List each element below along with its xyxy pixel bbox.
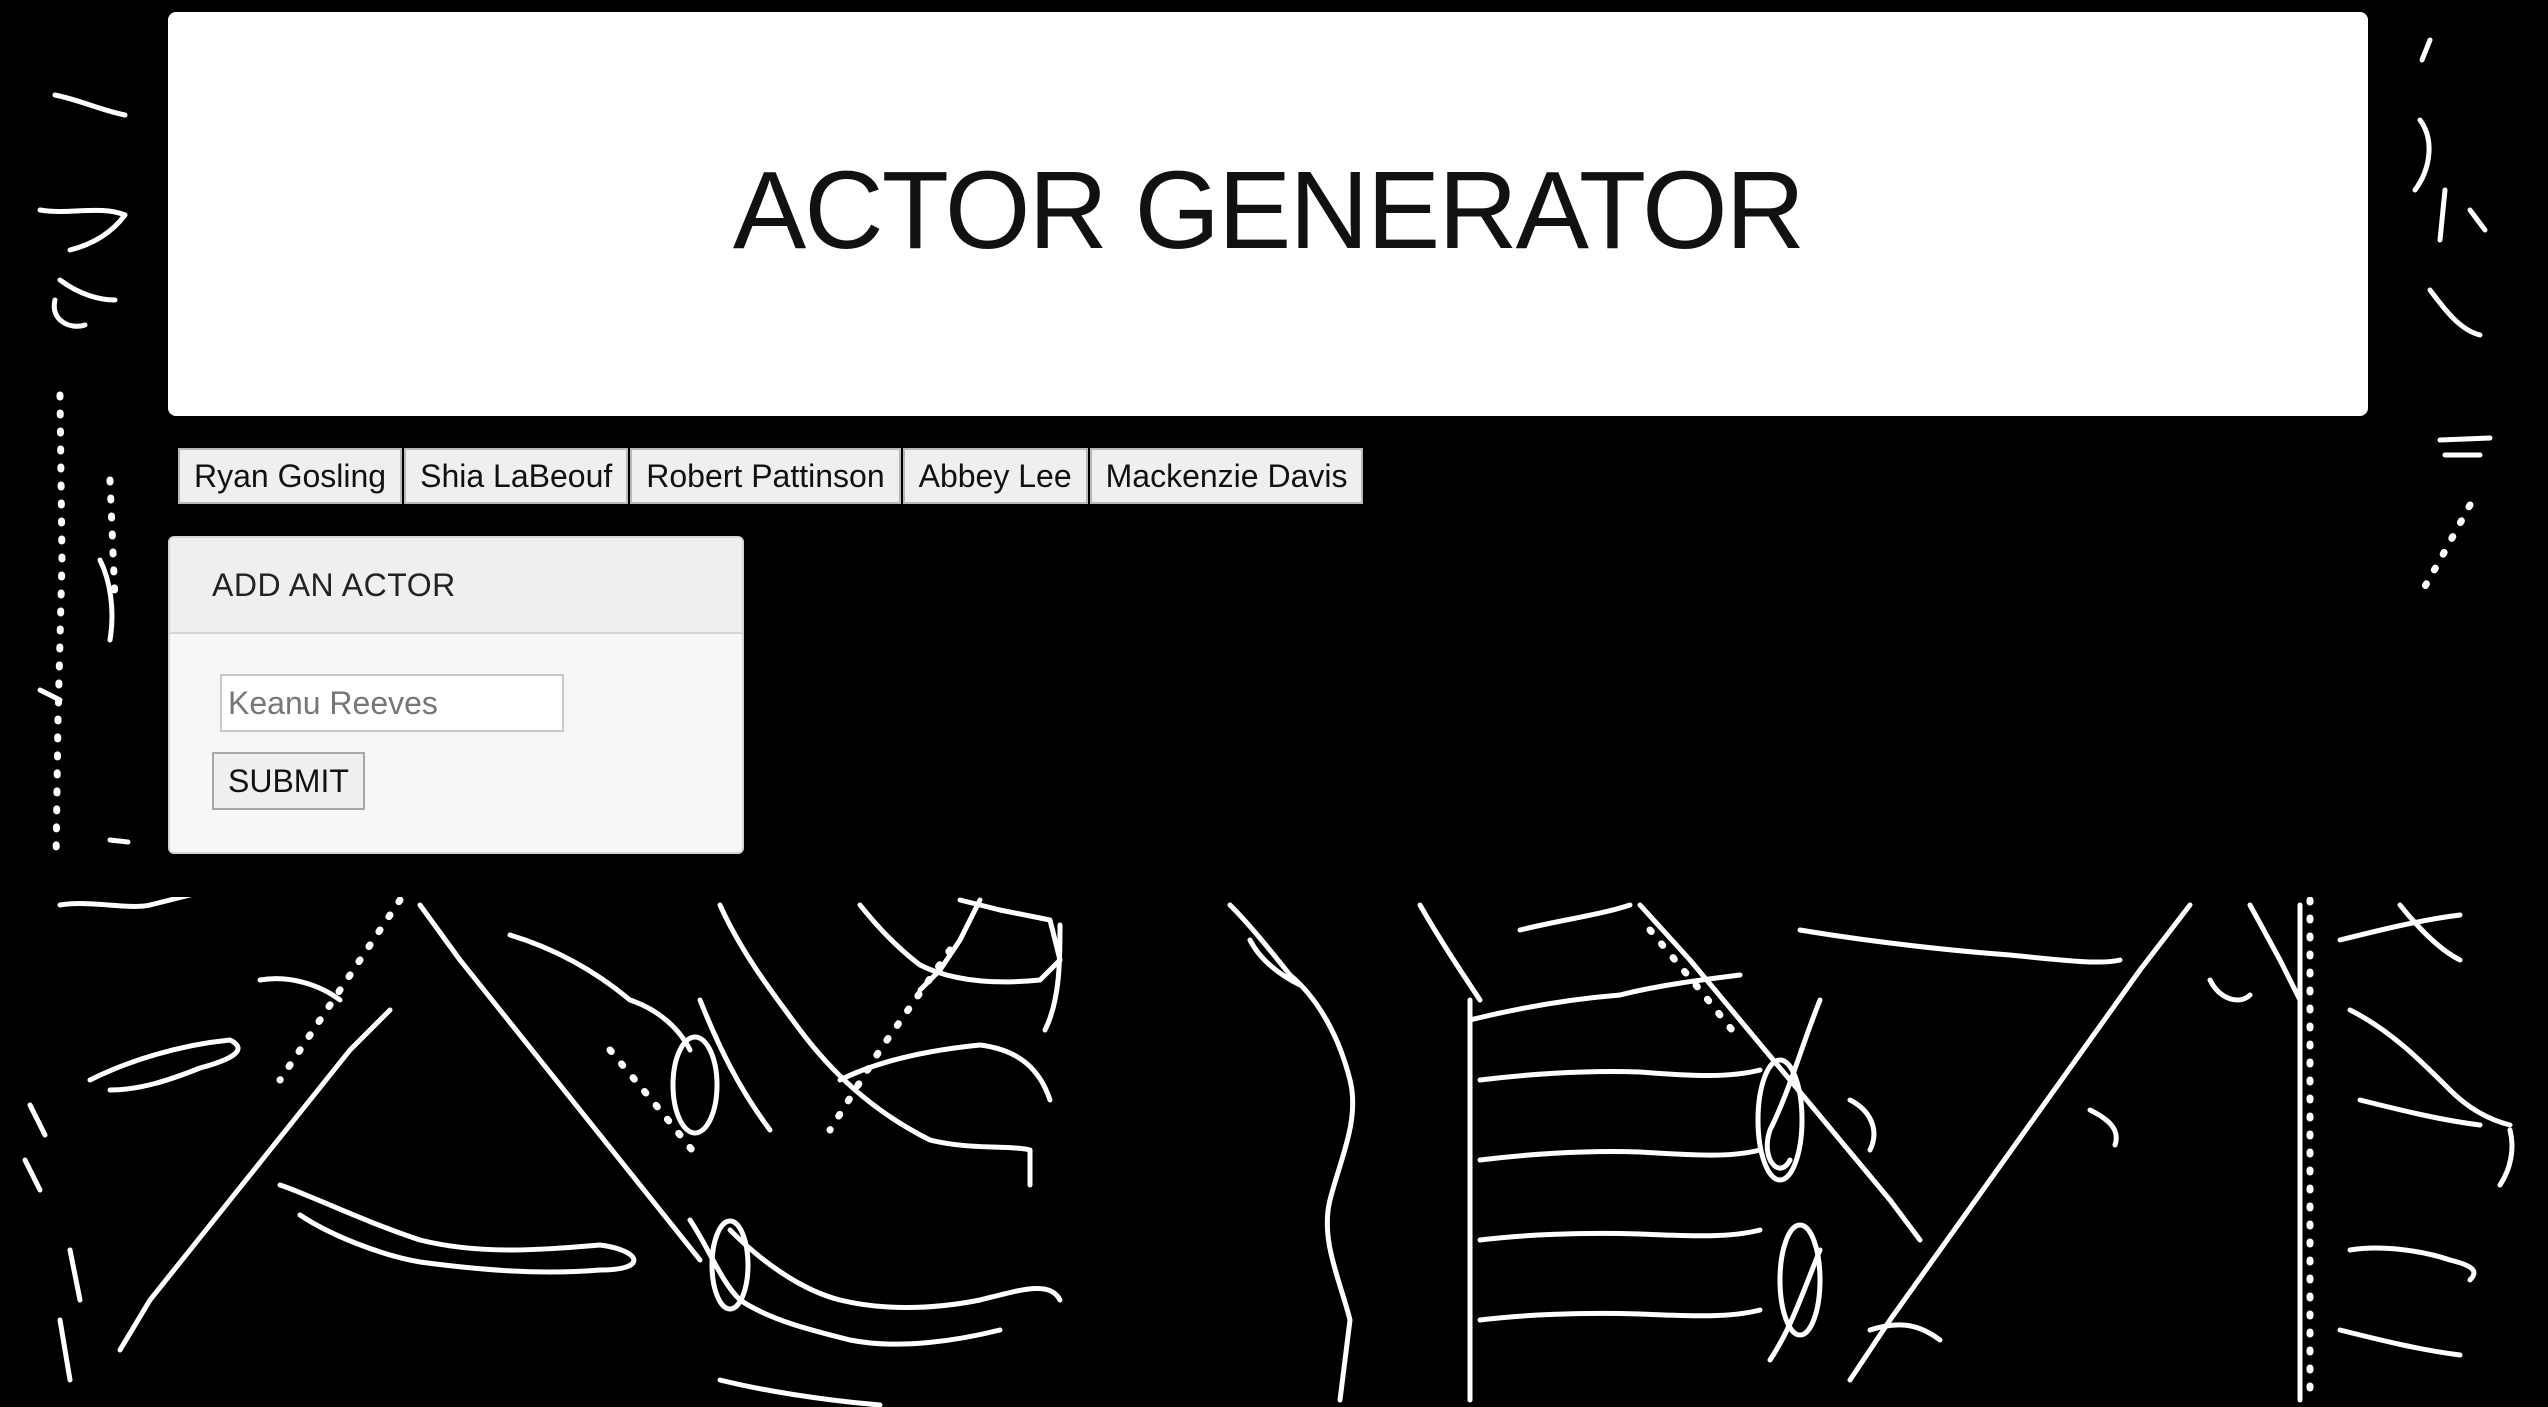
- page-title: ACTOR GENERATOR: [732, 148, 1805, 272]
- actor-button-shia-labeouf[interactable]: Shia LaBeouf: [404, 448, 629, 504]
- add-actor-panel: ADD AN ACTOR SUBMIT: [168, 536, 744, 854]
- page: ACTOR GENERATOR Ryan Gosling Shia LaBeou…: [0, 0, 2548, 1407]
- submit-button[interactable]: SUBMIT: [212, 752, 365, 810]
- actor-button-abbey-lee[interactable]: Abbey Lee: [902, 448, 1088, 504]
- actor-button-mackenzie-davis[interactable]: Mackenzie Davis: [1089, 448, 1364, 504]
- actor-button-row: Ryan Gosling Shia LaBeouf Robert Pattins…: [178, 448, 1365, 504]
- header-card: ACTOR GENERATOR: [168, 12, 2368, 416]
- actor-button-robert-pattinson[interactable]: Robert Pattinson: [630, 448, 901, 504]
- panel-title: ADD AN ACTOR: [212, 566, 456, 603]
- actor-button-ryan-gosling[interactable]: Ryan Gosling: [178, 448, 403, 504]
- actor-name-input[interactable]: [220, 674, 564, 732]
- panel-header: ADD AN ACTOR: [170, 538, 742, 634]
